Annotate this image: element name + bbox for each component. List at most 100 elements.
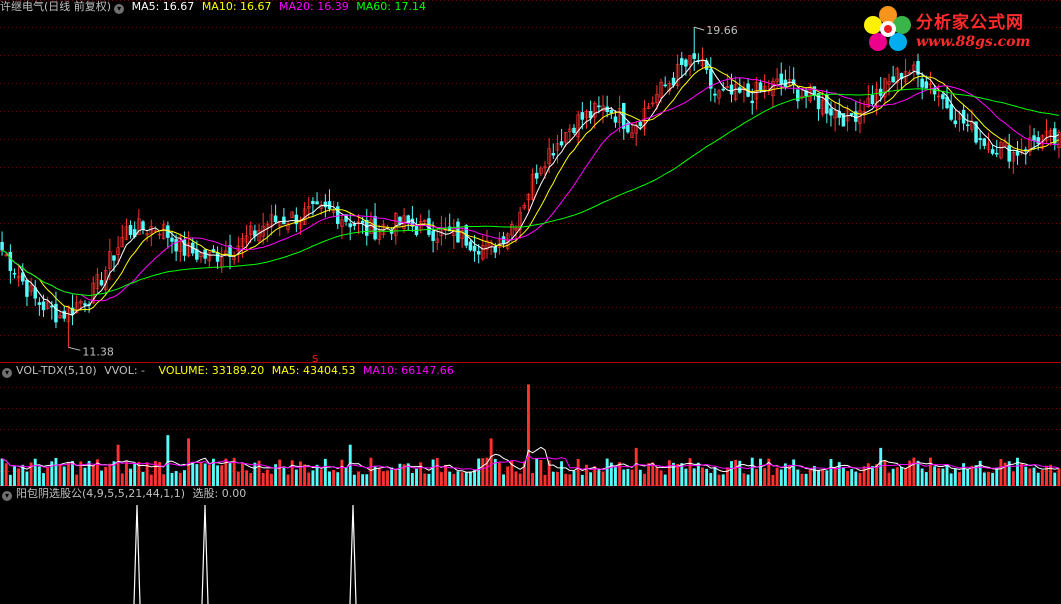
candle-body bbox=[990, 149, 995, 154]
candle-body bbox=[721, 88, 725, 91]
candle-body bbox=[849, 112, 854, 116]
legend-vvol: VVOL: - bbox=[104, 364, 146, 377]
candle-body bbox=[738, 87, 742, 93]
candle-body bbox=[352, 223, 357, 226]
candle-body bbox=[680, 58, 684, 65]
low-label: 11.38 bbox=[82, 345, 114, 358]
volume-panel-header: ▾ VOL-TDX(5,10) VVOL: - VOLUME: 33189.20 … bbox=[0, 364, 458, 378]
ma60-line bbox=[1, 88, 1059, 297]
legend-volume: VOLUME: 33189.20 bbox=[158, 364, 265, 377]
candle-body bbox=[1032, 135, 1036, 141]
logo-url-text: www.88gs.com bbox=[916, 34, 1031, 50]
candle-body bbox=[195, 249, 199, 260]
candle-body bbox=[870, 95, 875, 105]
candle-body bbox=[713, 93, 717, 96]
candle-body bbox=[534, 172, 539, 179]
low-marker bbox=[68, 346, 81, 351]
legend-ma5: MA5: 16.67 bbox=[131, 0, 195, 13]
high-label: 19.66 bbox=[706, 24, 738, 37]
candle-body bbox=[729, 84, 734, 95]
site-logo: 分析家公式网 www.88gs.com bbox=[862, 2, 1061, 60]
settings-icon[interactable]: ▾ bbox=[2, 491, 12, 501]
signal-spike bbox=[201, 504, 209, 604]
candle-body bbox=[37, 302, 42, 305]
candle-body bbox=[215, 252, 220, 262]
ma5-line bbox=[1, 59, 1060, 316]
candle-body bbox=[829, 108, 833, 116]
candle-body bbox=[597, 105, 601, 108]
candle-body bbox=[613, 116, 618, 123]
candle-body bbox=[282, 216, 286, 225]
candle-body bbox=[638, 121, 643, 127]
candle-body bbox=[692, 53, 696, 59]
candle-body bbox=[932, 87, 937, 95]
signal-spike bbox=[133, 504, 141, 604]
candle-body bbox=[323, 201, 328, 208]
candle-body bbox=[141, 221, 145, 231]
candle-body bbox=[174, 239, 178, 252]
candle-body bbox=[431, 230, 435, 241]
candle-body bbox=[468, 241, 473, 251]
candle-body bbox=[572, 127, 576, 134]
candle-body bbox=[924, 81, 929, 89]
candle-body bbox=[360, 220, 365, 224]
candle-body bbox=[551, 152, 556, 156]
signal-panel-title: 阳包阴选股公(4,9,5,5,21,44,1,1) bbox=[16, 487, 186, 500]
high-marker bbox=[694, 26, 705, 31]
candle-body bbox=[54, 303, 58, 323]
main-panel-title: 许继电气(日线 前复权) bbox=[0, 0, 112, 13]
candle-body bbox=[8, 251, 13, 271]
logo-brand-text: 分析家公式网 bbox=[916, 13, 1024, 33]
candle-body bbox=[273, 215, 278, 223]
candle-body bbox=[12, 272, 17, 275]
candle-body bbox=[1015, 151, 1020, 156]
candle-body bbox=[609, 110, 614, 114]
legend-vol-ma5: MA5: 43404.53 bbox=[271, 364, 356, 377]
main-panel-header: 许继电气(日线 前复权) ▾ MA5: 16.67 MA10: 16.67 MA2… bbox=[0, 0, 430, 14]
signal-value: 选股: 0.00 bbox=[192, 487, 247, 500]
candle-body bbox=[965, 124, 970, 127]
candle-body bbox=[336, 206, 340, 225]
candle-body bbox=[315, 201, 319, 205]
candle-body bbox=[684, 59, 688, 67]
candle-body bbox=[25, 279, 29, 297]
legend-ma60: MA60: 17.14 bbox=[356, 0, 426, 13]
legend-vol-ma10: MA10: 66147.66 bbox=[362, 364, 454, 377]
candle-body bbox=[891, 76, 895, 83]
chart-window: { "main_panel": { "title": "许继电气(日线 前复权)… bbox=[0, 0, 1061, 604]
settings-icon[interactable]: ▾ bbox=[114, 4, 125, 14]
candle-body bbox=[472, 245, 477, 252]
candle-body bbox=[41, 301, 46, 311]
candle-body bbox=[1007, 145, 1011, 162]
chart-canvas: 19.6611.38S bbox=[0, 0, 1061, 604]
candle-body bbox=[663, 84, 667, 87]
signal-panel-header: ▾ 阳包阴选股公(4,9,5,5,21,44,1,1) 选股: 0.00 bbox=[0, 487, 250, 501]
candle-body bbox=[920, 78, 924, 88]
candle-body bbox=[128, 225, 133, 236]
candle-body bbox=[953, 120, 958, 125]
candle-body bbox=[0, 242, 4, 251]
candle-body bbox=[941, 94, 945, 100]
candle-body bbox=[758, 82, 763, 90]
volume-panel-title: VOL-TDX(5,10) bbox=[16, 364, 97, 377]
candle-body bbox=[982, 138, 987, 146]
candle-body bbox=[949, 104, 953, 120]
signal-spike bbox=[349, 504, 357, 604]
candle-body bbox=[779, 73, 783, 84]
candle-body bbox=[493, 246, 498, 253]
candle-body bbox=[99, 280, 104, 286]
candle-body bbox=[398, 216, 402, 225]
candle-body bbox=[978, 138, 982, 141]
settings-icon[interactable]: ▾ bbox=[2, 368, 12, 378]
candle-body bbox=[476, 251, 481, 255]
candle-body bbox=[83, 303, 87, 306]
candle-body bbox=[559, 141, 564, 146]
legend-ma10: MA10: 16.67 bbox=[201, 0, 272, 13]
candle-body bbox=[170, 237, 174, 242]
candle-body bbox=[112, 255, 116, 261]
candle-body bbox=[348, 223, 352, 228]
candle-body bbox=[311, 200, 315, 204]
candle-body bbox=[501, 236, 506, 245]
candle-body bbox=[580, 112, 585, 120]
candle-body bbox=[750, 100, 754, 104]
